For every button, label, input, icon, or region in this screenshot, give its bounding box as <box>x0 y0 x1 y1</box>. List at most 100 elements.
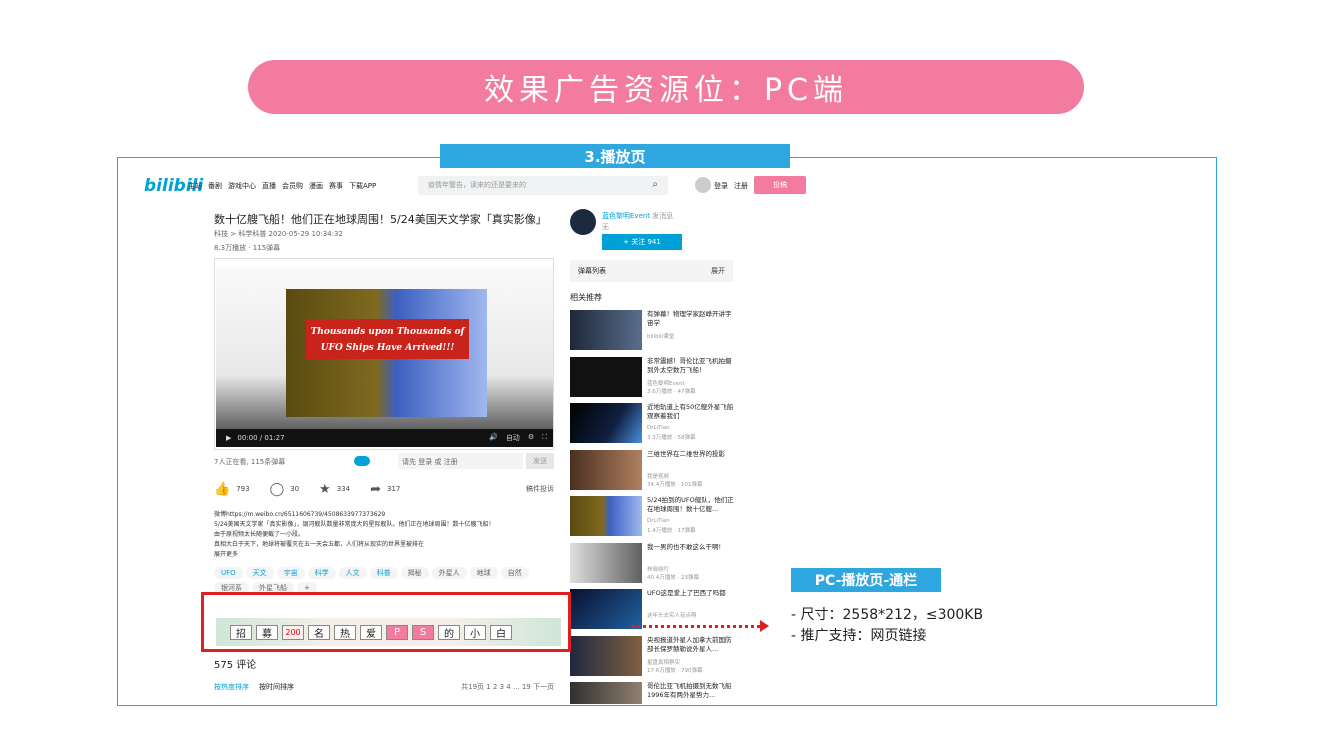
nav-item[interactable]: 赛事 <box>329 181 343 191</box>
tag[interactable]: 外星人 <box>431 567 467 579</box>
related-item-title[interactable]: 三维世界在二维世界的投影 <box>647 450 735 459</box>
related-item[interactable]: 5/24拍到的UFO舰队，他们正在地球周围！数十亿艘... DrLiTian 1… <box>570 496 735 543</box>
ad-banner[interactable]: 招 募 200 名 热 爱 P S 的 小 白 <box>216 618 561 646</box>
follow-button[interactable]: + 关注 941 <box>602 234 682 250</box>
tag[interactable]: 天文 <box>245 567 274 579</box>
nav-item[interactable]: 直播 <box>262 181 276 191</box>
danmaku-prompt: 请先 登录 或 注册 <box>402 458 458 466</box>
tag[interactable]: 揭秘 <box>400 567 429 579</box>
nav-item[interactable]: 会员购 <box>282 181 303 191</box>
spec-support: - 推广支持：网页链接 <box>791 628 927 644</box>
favorite-icon[interactable]: ★ <box>319 482 331 497</box>
like-icon[interactable]: 👍 <box>214 482 230 497</box>
volume-icon[interactable]: 🔊 <box>489 433 498 443</box>
fullscreen-icon[interactable]: ⛶ <box>542 433 547 443</box>
ad-char: 名 <box>308 624 330 640</box>
danmaku-input[interactable]: 请先 登录 或 注册 <box>398 453 523 469</box>
nav-item[interactable]: 游戏中心 <box>228 181 256 191</box>
uploader-signature: 无 <box>602 223 609 231</box>
tag[interactable]: 地球 <box>469 567 498 579</box>
nav-item[interactable]: 番剧 <box>208 181 222 191</box>
related-item-title[interactable]: UFO这是爱上了巴西了吗都 <box>647 589 735 598</box>
danmaku-toggle[interactable] <box>354 456 370 466</box>
related-thumbnail[interactable] <box>570 589 642 629</box>
related-thumbnail[interactable] <box>570 356 642 397</box>
expand-link[interactable]: 展开更多 <box>214 550 554 560</box>
sort-time-tab[interactable]: 按时间排序 <box>259 682 294 692</box>
related-item-up: 这年头去实人有点啊 <box>647 613 697 619</box>
player-controls: ▶ 00:00 / 01:27 🔊 自动 ⚙ ⛶ <box>216 429 553 447</box>
ad-char: 小 <box>464 624 486 640</box>
danmaku-list[interactable]: 弹幕列表 展开 <box>570 260 733 282</box>
comment-sort: 按热度排序 按时间排序 共19页 1 2 3 4 ... 19 下一页 <box>214 682 554 692</box>
related-item-title[interactable]: 非常震撼！哥伦比亚飞机拍摄到外太空数万飞船！ <box>647 357 735 375</box>
related-item-stats: 3.3万播放 · 58弹幕 <box>647 435 696 441</box>
play-icon[interactable]: ▶ <box>226 434 231 442</box>
related-thumbnail[interactable] <box>570 310 642 350</box>
report-link[interactable]: 稿件投诉 <box>526 484 554 494</box>
auto-quality[interactable]: 自动 <box>506 433 520 443</box>
upload-button[interactable]: 投稿 <box>754 176 806 194</box>
video-player[interactable]: Thousands upon Thousands of UFO Ships Ha… <box>214 258 554 450</box>
danmaku-list-expand[interactable]: 展开 <box>711 266 725 276</box>
player-right-controls: 🔊 自动 ⚙ ⛶ <box>489 433 547 443</box>
video-stats: 8.3万播放 · 115弹幕 <box>214 244 281 252</box>
sort-hot-tab[interactable]: 按热度排序 <box>214 682 249 692</box>
related-item[interactable]: 央视报道外星人加拿大前国防部长保罗赫勒说外星人... 星盘真相察实 17.6万播… <box>570 635 735 683</box>
related-item-title[interactable]: 5/24拍到的UFO舰队，他们正在地球周围！数十亿艘... <box>647 496 735 514</box>
related-item-up: DrLiTian <box>647 518 670 524</box>
video-canvas[interactable]: Thousands upon Thousands of UFO Ships Ha… <box>216 267 553 447</box>
related-item-title[interactable]: 有弹幕！物理学家赵峥开讲宇宙学 <box>647 310 735 328</box>
related-item[interactable]: 非常震撼！哥伦比亚飞机拍摄到外太空数万飞船！ 蓝色黎明Event 3.6万播放 … <box>570 356 735 404</box>
tag[interactable]: 科普 <box>369 567 398 579</box>
tag[interactable]: 宇宙 <box>276 567 305 579</box>
ad-char: 募 <box>256 624 278 640</box>
related-item-up: DrLiTian <box>647 425 670 431</box>
danmaku-online: 7人正在看, 115条弹幕 <box>214 458 286 466</box>
related-item-title[interactable]: 央视报道外星人加拿大前国防部长保罗赫勒说外星人... <box>647 636 735 654</box>
related-thumbnail[interactable] <box>570 496 642 536</box>
related-thumbnail[interactable] <box>570 403 642 443</box>
search-placeholder: 疫情年警告，读来的还是要来的 <box>428 181 526 189</box>
settings-icon[interactable]: ⚙ <box>528 433 534 443</box>
coin-icon[interactable]: ◯ <box>270 482 285 497</box>
tag[interactable]: 自然 <box>500 567 529 579</box>
avatar[interactable] <box>695 177 711 193</box>
nav-item[interactable]: 主站 <box>188 181 202 191</box>
related-thumbnail[interactable] <box>570 449 642 490</box>
related-item-stats: 40.4万播放 · 23弹幕 <box>647 574 699 581</box>
video-actions: 👍 793 ◯ 30 ★ 334 ➦ 317 稿件投诉 <box>214 482 554 497</box>
search-icon[interactable]: ⌕ <box>652 179 658 190</box>
nav-item[interactable]: 下载APP <box>349 181 376 191</box>
related-item[interactable]: 近地轨道上有50亿艘外星飞船观察着我们 DrLiTian 3.3万播放 · 58… <box>570 403 735 450</box>
tag[interactable]: UFO <box>214 567 243 579</box>
video-meta: 科技 > 科学科普 2020-05-29 10:34:32 <box>214 230 343 238</box>
video-overlay-text: Thousands upon Thousands of UFO Ships Ha… <box>306 319 469 359</box>
uploader-name-text: 蓝色黎明Event <box>602 212 651 220</box>
message-link[interactable]: 发消息 <box>652 212 673 220</box>
login-link[interactable]: 登录 <box>714 181 728 191</box>
related-item-title[interactable]: 我一男的也不敢这么干啊! <box>647 543 735 552</box>
danmaku-send-button[interactable]: 发送 <box>526 453 554 469</box>
related-thumbnail[interactable] <box>570 682 642 704</box>
related-item[interactable]: 有弹幕！物理学家赵峥开讲宇宙学 bilibili课堂 <box>570 310 735 357</box>
nav-item[interactable]: 漫画 <box>309 181 323 191</box>
related-thumbnail[interactable] <box>570 542 642 583</box>
related-item-title[interactable]: 哥伦比亚飞机拍摄到无数飞船 1996年有两外星势力... <box>647 682 735 700</box>
uploader-avatar[interactable] <box>570 209 596 235</box>
related-item[interactable]: 哥伦比亚飞机拍摄到无数飞船 1996年有两外星势力... <box>570 682 735 704</box>
related-item-title[interactable]: 近地轨道上有50亿艘外星飞船观察着我们 <box>647 403 735 421</box>
related-item[interactable]: 我一男的也不敢这么干啊! 林晓晓吖 40.4万播放 · 23弹幕 <box>570 542 735 590</box>
comment-pager[interactable]: 共19页 1 2 3 4 ... 19 下一页 <box>461 682 554 692</box>
tag[interactable]: 人文 <box>338 567 367 579</box>
related-item[interactable]: UFO这是爱上了巴西了吗都 这年头去实人有点啊 <box>570 589 735 636</box>
related-thumbnail[interactable] <box>570 635 642 676</box>
related-item[interactable]: 三维世界在二维世界的投影 我是视频 34.4万播放 · 101弹幕 <box>570 449 735 497</box>
share-icon[interactable]: ➦ <box>370 482 381 497</box>
related-item-stats: 17.6万播放 · 790弹幕 <box>647 667 703 674</box>
tag[interactable]: 科学 <box>307 567 336 579</box>
register-link[interactable]: 注册 <box>734 181 748 191</box>
search-input[interactable]: 疫情年警告，读来的还是要来的 ⌕ <box>418 176 668 195</box>
related-item-stats: 1.4万播放 · 17弹幕 <box>647 528 696 534</box>
uploader-name[interactable]: 蓝色黎明Event 发消息 <box>602 211 673 221</box>
